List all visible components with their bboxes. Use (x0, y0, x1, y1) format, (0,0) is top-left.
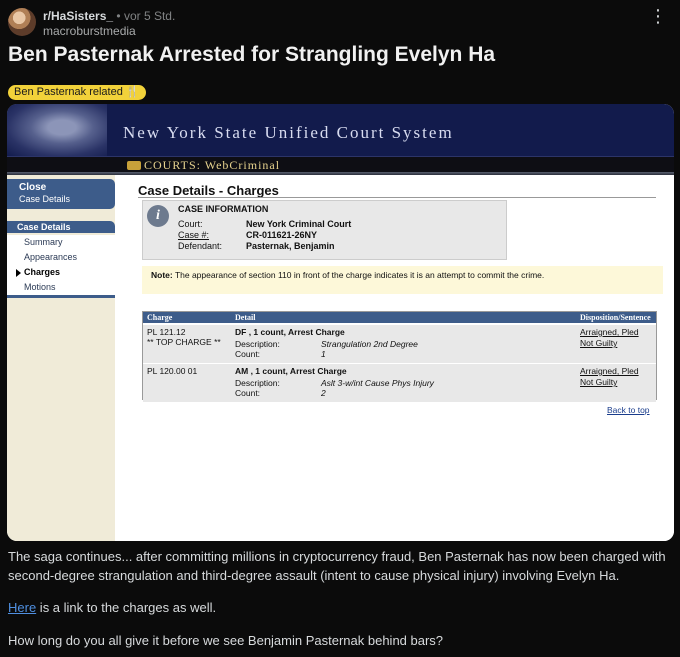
post-time: vor 5 Std. (123, 9, 176, 23)
close-label: Close (19, 182, 47, 193)
disposition-line-1: Arraigned, Pled (580, 327, 639, 337)
court-sidebar: Close Case Details Case Details Summary … (7, 175, 115, 541)
charges-table: Charge Detail Disposition/Sentence PL 12… (142, 311, 657, 402)
charge-code: PL 120.00 01 (147, 366, 198, 376)
justice-statue-image (7, 104, 107, 156)
post-body-paragraph-3: How long do you all give it before we se… (8, 633, 444, 648)
info-icon: i (147, 205, 169, 227)
defendant-row: Defendant: Pasternak, Benjamin (178, 241, 335, 251)
header-detail: Detail (235, 313, 256, 322)
close-sublabel: Case Details (19, 194, 71, 204)
post-title: Ben Pasternak Arrested for Strangling Ev… (8, 43, 496, 66)
court-system-title: New York State Unified Court System (123, 123, 454, 142)
disposition-line-2: Not Guilty (580, 377, 618, 387)
charge-subtitle: ** TOP CHARGE ** (147, 337, 221, 347)
post-author[interactable]: macroburstmedia (43, 24, 136, 38)
defendant-label: Defendant: (178, 241, 223, 251)
charge-code: PL 121.12 (147, 327, 186, 337)
defendant-value: Pasternak, Benjamin (246, 241, 335, 251)
case-details-section: Case Details (7, 221, 115, 233)
more-options-icon[interactable]: ⋮ (649, 7, 668, 25)
page-heading: Case Details - Charges (138, 183, 279, 198)
case-number-label: Case #: (178, 230, 210, 240)
charge-count: Count: 2 (235, 388, 326, 398)
sidebar-item-motions: Motions (24, 282, 56, 292)
header-charge: Charge (147, 313, 173, 322)
court-screenshot[interactable]: New York State Unified Court System COUR… (7, 104, 674, 541)
meta-separator: • (116, 9, 121, 23)
charges-table-header: Charge Detail Disposition/Sentence (143, 312, 656, 323)
court-content: Case Details - Charges i CASE INFORMATIO… (115, 175, 674, 541)
webcriminal-label: COURTS: WebCriminal (127, 158, 280, 173)
note-box: Note: The appearance of section 110 in f… (142, 266, 663, 294)
close-case-details-button: Close Case Details (7, 179, 115, 209)
heading-rule (138, 197, 656, 198)
court-subbar: COURTS: WebCriminal (7, 156, 674, 172)
subreddit-link[interactable]: r/HaSisters_ (43, 9, 113, 23)
sidebar-item-charges: Charges (7, 265, 115, 280)
table-row: PL 121.12 ** TOP CHARGE ** DF , 1 count,… (143, 325, 656, 363)
case-number-value: CR-011621-26NY (246, 230, 318, 240)
case-row: Case #: CR-011621-26NY (178, 230, 317, 240)
charges-link[interactable]: Here (8, 600, 36, 615)
charge-description: Description: Aslt 3-w/int Cause Phys Inju… (235, 378, 434, 388)
charge-detail: DF , 1 count, Arrest Charge (235, 327, 345, 337)
case-info-heading: CASE INFORMATION (178, 204, 269, 214)
back-to-top-link: Back to top (607, 405, 650, 415)
charge-detail: AM , 1 count, Arrest Charge (235, 366, 347, 376)
case-information-box: i CASE INFORMATION Court: New York Crimin… (142, 200, 507, 260)
gavel-icon (127, 161, 141, 170)
paragraph-2-text: is a link to the charges as well. (36, 600, 217, 615)
header-disposition: Disposition/Sentence (580, 313, 651, 322)
post-body-paragraph-2: Here is a link to the charges as well. (8, 598, 672, 617)
court-value: New York Criminal Court (246, 219, 352, 229)
note-text: The appearance of section 110 in front o… (172, 270, 545, 280)
court-label: Court: (178, 219, 203, 229)
court-row: Court: New York Criminal Court (178, 219, 351, 229)
charge-description: Description: Strangulation 2nd Degree (235, 339, 418, 349)
post-meta: r/HaSisters_ • vor 5 Std. (43, 9, 175, 23)
court-banner: New York State Unified Court System (7, 104, 674, 156)
disposition-line-1: Arraigned, Pled (580, 366, 639, 376)
post-flair[interactable]: Ben Pasternak related 🍴 (8, 85, 146, 100)
post-header: r/HaSisters_ • vor 5 Std. macroburstmedi… (8, 7, 672, 39)
sidebar-item-appearances: Appearances (24, 252, 78, 262)
case-details-menu: Summary Appearances Charges Motions (7, 235, 115, 298)
charge-count: Count: 1 (235, 349, 326, 359)
note-label: Note: (151, 270, 173, 280)
sidebar-item-summary: Summary (24, 237, 63, 247)
post-body-paragraph-1: The saga continues... after committing m… (8, 549, 666, 583)
table-row: PL 120.00 01 AM , 1 count, Arrest Charge… (143, 364, 656, 402)
disposition-line-2: Not Guilty (580, 338, 618, 348)
subreddit-avatar[interactable] (8, 8, 36, 36)
